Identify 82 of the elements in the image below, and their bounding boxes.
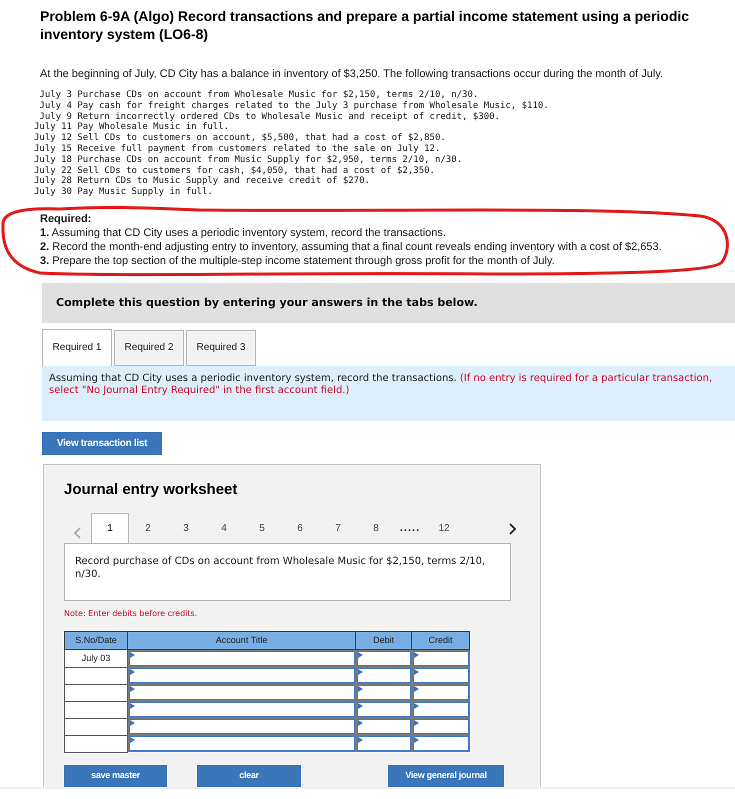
- transaction-text: Purchase CDs on account from Wholesale Music for $2,150, terms 2/10, n/30.: [77, 90, 478, 101]
- transaction-date: July 18: [34, 154, 72, 166]
- date-cell: July 03: [64, 650, 128, 668]
- transaction-date: July 11: [34, 122, 72, 133]
- input-field[interactable]: [356, 719, 411, 734]
- transaction-text: Return incorrectly ordered CDs to Wholesale Music and receipt of credit, $300.: [77, 112, 500, 122]
- dropdown-marker-icon: [414, 652, 419, 658]
- input-field[interactable]: [128, 736, 355, 752]
- column-header: S.No/Date: [64, 632, 128, 650]
- worksheet-button[interactable]: View general journal: [388, 764, 504, 787]
- input-field[interactable]: [128, 651, 355, 666]
- column-header: Credit: [412, 632, 470, 650]
- worksheet-button[interactable]: save master: [64, 764, 167, 787]
- dropdown-marker-icon: [414, 720, 419, 726]
- required-item: 2. Record the month-end adjusting entry to inventory, assuming that a final count reveals ending inventory with a cost of $2,653.: [40, 240, 663, 254]
- view-transaction-list-button[interactable]: View transaction list: [42, 432, 162, 455]
- input-field[interactable]: [356, 702, 411, 718]
- input-field[interactable]: [356, 685, 411, 700]
- dropdown-marker-icon: [358, 720, 363, 726]
- tab[interactable]: Required 3: [186, 330, 256, 366]
- worksheet-title: Journal entry worksheet: [64, 480, 238, 500]
- input-field[interactable]: [356, 651, 411, 666]
- input-field[interactable]: [128, 702, 355, 718]
- note-text: Note: Enter debits before credits.: [64, 608, 198, 620]
- transaction-date: July 28: [34, 176, 72, 187]
- transaction-text: Pay Music Supply in full.: [77, 187, 213, 198]
- transaction-date: July 4: [38, 100, 72, 112]
- dropdown-marker-icon: [358, 737, 363, 744]
- dropdown-marker-icon: [414, 669, 419, 676]
- transaction-date: July 15: [34, 144, 72, 155]
- transaction-text: Sell CDs to customers on account, $5,500, that had a cost of $2,850.: [77, 133, 446, 144]
- transaction-description: Record purchase of CDs on account from Wholesale Music for $2,150, terms 2/10, n/30.: [64, 543, 511, 602]
- transaction-text: Pay cash for freight charges related to the July 3 purchase from Wholesale Music, $110.: [77, 100, 549, 112]
- tab[interactable]: Required 1: [42, 328, 112, 366]
- dropdown-marker-icon: [130, 737, 135, 744]
- transaction-text: Purchase CDs on account from Music Supply for $2,950, terms 2/10, n/30.: [77, 154, 462, 166]
- dropdown-marker-icon: [414, 686, 419, 692]
- tab[interactable]: Required 2: [114, 330, 184, 366]
- input-field[interactable]: [412, 736, 468, 752]
- input-field[interactable]: [412, 719, 468, 734]
- dropdown-marker-icon: [130, 652, 135, 658]
- input-field[interactable]: [128, 685, 355, 700]
- dropdown-marker-icon: [130, 703, 135, 710]
- input-field[interactable]: [356, 736, 411, 752]
- transaction-text: Sell CDs to customers for cash, $4,050, that had a cost of $2,350.: [77, 166, 435, 176]
- dropdown-marker-icon: [358, 703, 363, 710]
- page-tab[interactable]: 1: [91, 513, 129, 544]
- transaction-date: July 22: [34, 166, 72, 176]
- banner-text: Complete this question by entering your answers in the tabs below.: [56, 294, 478, 311]
- transaction-date: July 30: [34, 187, 72, 198]
- transaction-text: Receive full payment from customers related to the sale on July 12.: [77, 144, 440, 155]
- column-header: Debit: [356, 632, 412, 650]
- page-ellipsis: .....: [398, 521, 422, 536]
- dropdown-marker-icon: [358, 652, 363, 658]
- required-heading: Required:: [40, 212, 92, 226]
- dropdown-marker-icon: [130, 669, 135, 676]
- worksheet-button[interactable]: clear: [197, 764, 301, 787]
- instruction-text: Assuming that CD City uses a periodic inventory system, record the transactions. (If no entry is required for a particular transaction, select "No Journal Entry Required" in the first account field.): [42, 366, 735, 421]
- intro-text: At the beginning of July, CD City has a balance in inventory of $3,250. The following transactions occur during the month of July.: [40, 67, 664, 81]
- dropdown-marker-icon: [358, 669, 363, 676]
- input-field[interactable]: [412, 685, 468, 700]
- transaction-date: July 3: [38, 90, 72, 101]
- input-field[interactable]: [356, 668, 411, 684]
- transaction-text: Pay Wholesale Music in full.: [77, 122, 230, 133]
- input-field[interactable]: [128, 668, 355, 684]
- transaction-text: Return CDs to Music Supply and receive credit of $270.: [77, 176, 370, 187]
- next-icon[interactable]: [508, 523, 516, 536]
- required-item: 1. Assuming that CD City uses a periodic inventory system, record the transactions.: [40, 226, 447, 240]
- input-field[interactable]: [128, 719, 355, 734]
- dropdown-marker-icon: [414, 737, 419, 744]
- dropdown-marker-icon: [358, 686, 363, 692]
- input-field[interactable]: [412, 651, 468, 666]
- dropdown-marker-icon: [130, 686, 135, 692]
- transaction-date: July 9: [38, 112, 72, 122]
- column-header: Account Title: [127, 632, 356, 650]
- input-field[interactable]: [412, 702, 468, 718]
- problem-title: Problem 6-9A (Algo) Record transactions and prepare a partial income statement using a periodic inventory system (LO6-8): [40, 7, 690, 43]
- dropdown-marker-icon: [130, 720, 135, 726]
- required-item: 3. Prepare the top section of the multiple-step income statement through gross profit for the month of July.: [40, 254, 556, 268]
- transaction-date: July 12: [34, 133, 72, 144]
- input-field[interactable]: [412, 668, 468, 684]
- dropdown-marker-icon: [414, 703, 419, 710]
